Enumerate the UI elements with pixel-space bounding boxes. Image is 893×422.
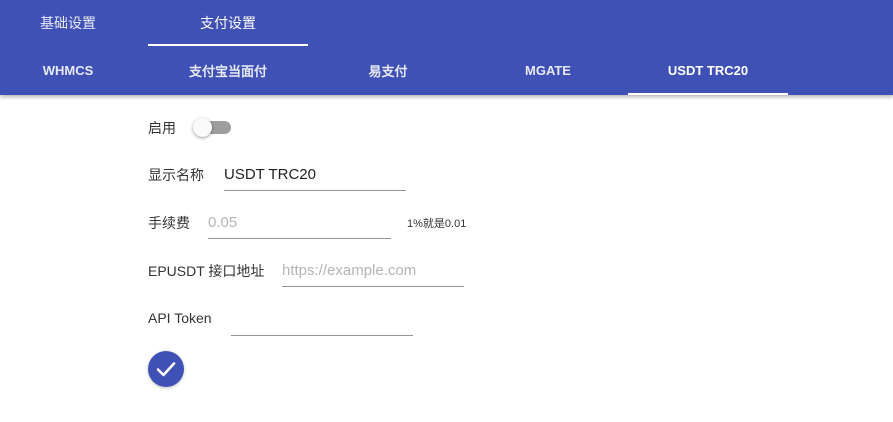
display-name-input[interactable] [224,163,406,190]
tab-mgate[interactable]: MGATE [468,46,628,95]
tab-label: USDT TRC20 [667,63,749,78]
tab-epay[interactable]: 易支付 [308,46,468,95]
api-url-input[interactable] [282,259,464,286]
tab-label: 支付设置 [200,15,256,31]
api-url-field [282,259,464,287]
tab-basic-settings[interactable]: 基础设置 [0,0,136,46]
active-tab-indicator [628,93,788,95]
submit-button[interactable] [148,351,184,387]
tab-payment-settings[interactable]: 支付设置 [148,0,308,46]
check-icon [156,362,176,377]
fee-hint: 1%就是0.01 [407,218,467,230]
tab-whmcs[interactable]: WHMCS [0,46,136,95]
tab-alipay-f2f[interactable]: 支付宝当面付 [148,46,308,95]
enable-label: 启用 [148,120,176,136]
api-token-field [231,308,413,336]
display-name-label: 显示名称 [148,167,204,183]
api-url-label: EPUSDT 接口地址 [148,263,265,279]
fee-field [208,211,391,239]
tab-label: WHMCS [42,63,94,78]
fee-label: 手续费 [148,215,190,231]
display-name-field [224,163,406,191]
api-token-input[interactable] [231,308,413,335]
app-header: 基础设置 支付设置 WHMCS 支付宝当面付 易支付 MGATE USDT TR… [0,0,893,95]
tab-label: 支付宝当面付 [188,64,267,79]
toggle-thumb [193,118,212,137]
fee-input[interactable] [208,211,391,238]
tab-label: 易支付 [368,64,408,79]
enable-toggle[interactable] [193,118,231,137]
tab-usdt-trc20[interactable]: USDT TRC20 [628,46,788,95]
api-token-label: API Token [148,310,212,326]
tab-label: MGATE [525,63,571,78]
tab-label: 基础设置 [40,15,96,31]
